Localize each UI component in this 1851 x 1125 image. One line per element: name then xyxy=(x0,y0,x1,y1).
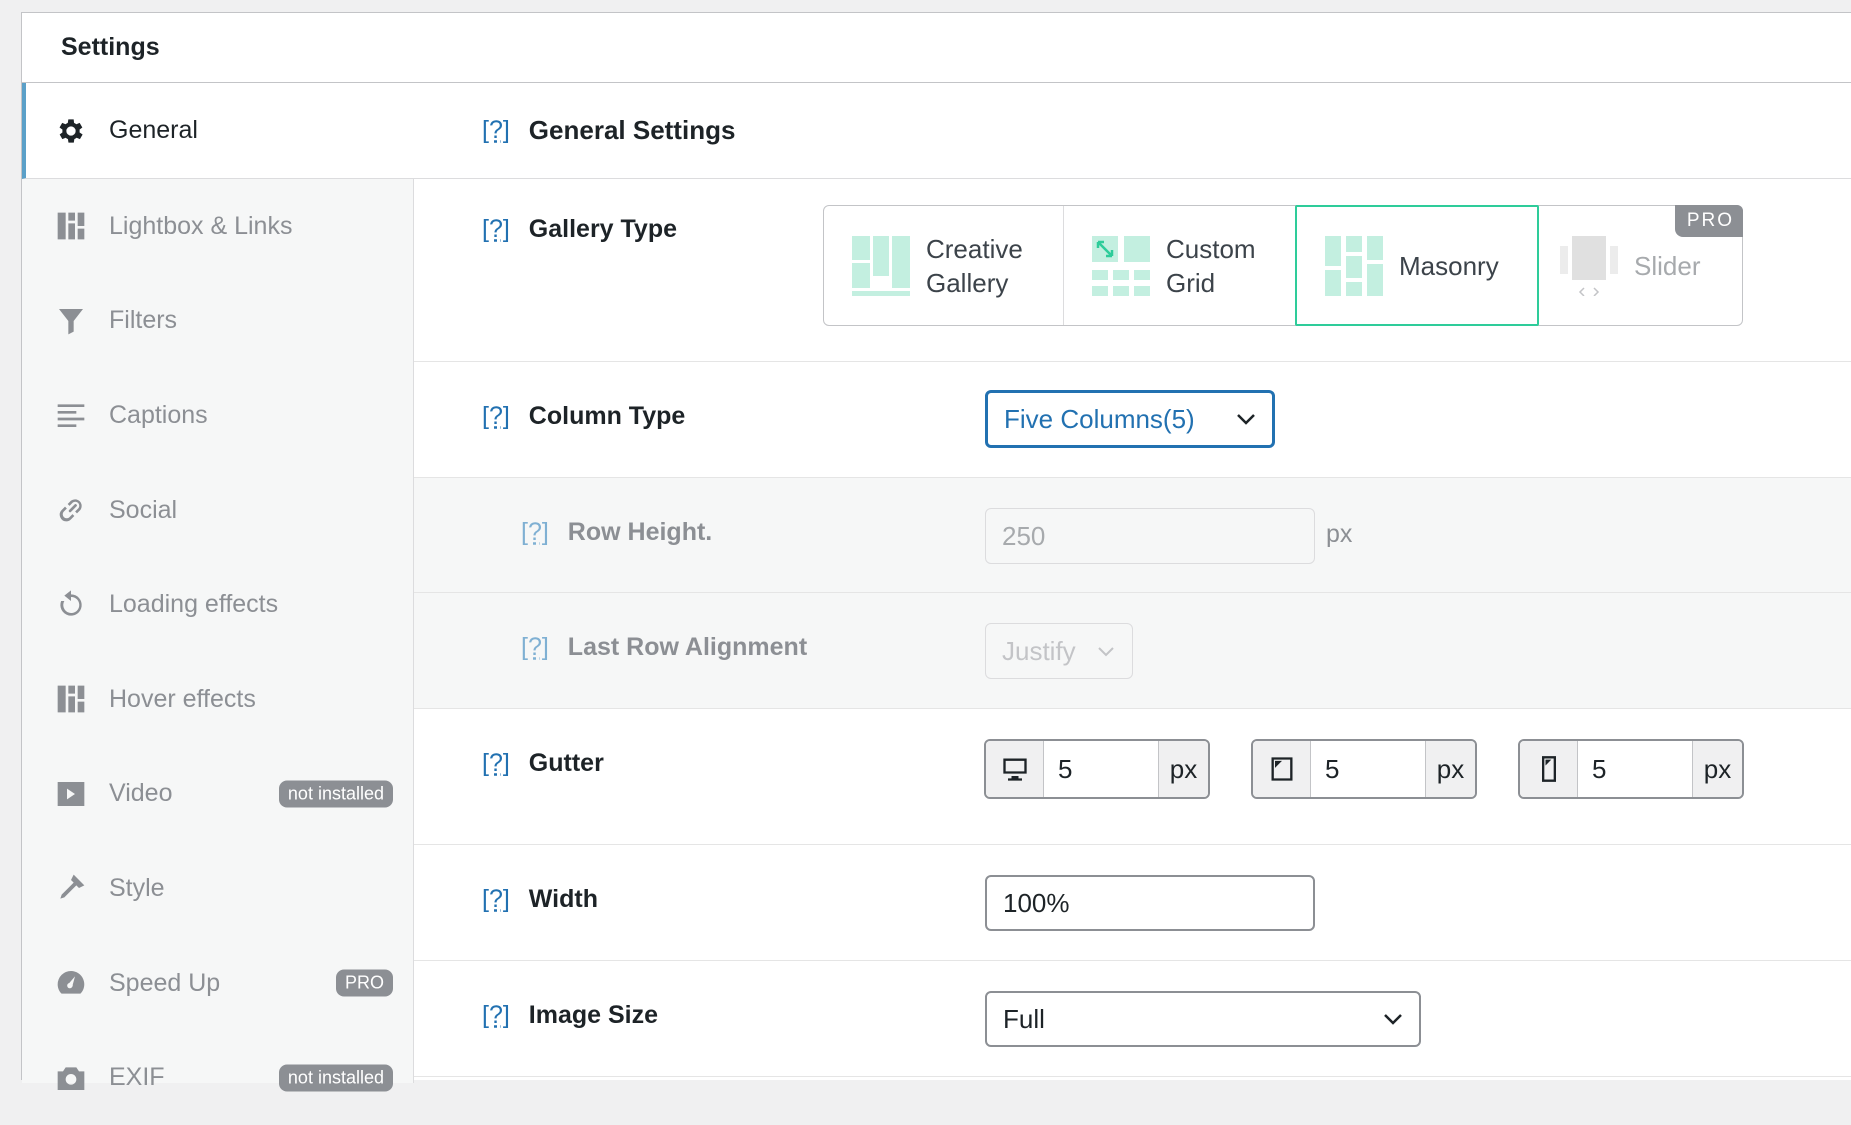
help-link[interactable]: [?] xyxy=(482,116,510,145)
sidebar-item-captions[interactable]: Captions xyxy=(22,368,413,463)
gallery-type-slider[interactable]: Slider PRO xyxy=(1538,205,1743,325)
chevron-down-icon xyxy=(1237,414,1255,425)
gutter-tablet-input[interactable]: 5 px xyxy=(1251,739,1477,799)
refresh-icon xyxy=(54,588,88,622)
dashboard-icon xyxy=(54,966,88,1000)
filter-icon xyxy=(54,304,88,338)
gutter-label: [?] Gutter xyxy=(482,749,604,778)
gutter-row: [?] Gutter 5 px 5 px 5 px xyxy=(414,709,1851,845)
column-type-label: [?] Column Type xyxy=(482,402,686,431)
width-label: [?] Width xyxy=(482,885,598,914)
custom-grid-icon xyxy=(1092,235,1150,296)
help-link[interactable]: [?] xyxy=(482,1001,510,1030)
sidebar-item-video[interactable]: Video not installed xyxy=(22,747,413,842)
help-link[interactable]: [?] xyxy=(482,885,510,914)
gear-icon xyxy=(54,114,88,148)
sidebar-item-loading-effects[interactable]: Loading effects xyxy=(22,557,413,652)
sidebar-item-exif[interactable]: EXIF not installed xyxy=(22,1030,413,1125)
grid-icon xyxy=(54,209,88,243)
play-icon xyxy=(54,777,88,811)
tablet-icon xyxy=(1253,741,1311,797)
not-installed-badge: not installed xyxy=(278,1064,393,1092)
row-height-label: [?] Row Height. xyxy=(521,518,713,547)
panel-header: Settings xyxy=(22,13,1851,83)
help-link[interactable]: [?] xyxy=(521,518,549,547)
image-size-row: [?] Image Size Full xyxy=(414,961,1851,1077)
text-align-icon xyxy=(54,398,88,432)
settings-sidebar: General Lightbox & Links Filters Caption… xyxy=(22,83,415,1092)
sidebar-item-hover-effects[interactable]: Hover effects xyxy=(22,652,413,747)
help-link[interactable]: [?] xyxy=(482,749,510,778)
last-row-alignment-row: [?] Last Row Alignment Justify xyxy=(414,593,1851,709)
sidebar-item-filters[interactable]: Filters xyxy=(22,274,413,369)
panel-title: Settings xyxy=(61,33,160,61)
image-size-select[interactable]: Full xyxy=(985,991,1421,1047)
sidebar-item-lightbox[interactable]: Lightbox & Links xyxy=(22,179,413,274)
sidebar-item-social[interactable]: Social xyxy=(22,463,413,558)
section-header: [?] General Settings xyxy=(414,83,1851,179)
sidebar-item-speed-up[interactable]: Speed Up PRO xyxy=(22,936,413,1031)
width-row: [?] Width 100% xyxy=(414,845,1851,961)
help-link[interactable]: [?] xyxy=(521,633,549,662)
camera-icon xyxy=(54,1061,88,1095)
masonry-icon xyxy=(1325,235,1383,296)
row-height-input[interactable]: 250 xyxy=(985,508,1315,564)
gutter-mobile-input[interactable]: 5 px xyxy=(1518,739,1744,799)
gutter-desktop-input[interactable]: 5 px xyxy=(984,739,1210,799)
help-link[interactable]: [?] xyxy=(482,215,510,244)
help-link[interactable]: [?] xyxy=(482,402,510,431)
width-input[interactable]: 100% xyxy=(985,875,1315,931)
sidebar-item-style[interactable]: Style xyxy=(22,841,413,936)
chevron-down-icon xyxy=(1098,647,1114,657)
brush-icon xyxy=(54,871,88,905)
gallery-type-selector: Creative Gallery Custom Grid Masonry Sli… xyxy=(823,205,1743,326)
last-row-alignment-label: [?] Last Row Alignment xyxy=(521,633,808,662)
column-type-row: [?] Column Type Five Columns(5) xyxy=(414,362,1851,478)
pro-tag: PRO xyxy=(1674,205,1743,237)
image-size-label: [?] Image Size xyxy=(482,1001,659,1030)
section-title: General Settings xyxy=(528,115,736,145)
link-icon xyxy=(54,493,88,527)
last-row-alignment-select[interactable]: Justify xyxy=(985,623,1133,679)
not-installed-badge: not installed xyxy=(278,780,393,808)
gallery-type-creative[interactable]: Creative Gallery xyxy=(824,206,1064,325)
mobile-icon xyxy=(1520,741,1578,797)
creative-gallery-icon xyxy=(852,235,910,296)
chevron-down-icon xyxy=(1384,1014,1402,1025)
sidebar-item-general[interactable]: General xyxy=(22,83,415,179)
gallery-type-label: [?] Gallery Type xyxy=(482,215,678,244)
gallery-type-custom-grid[interactable]: Custom Grid xyxy=(1064,206,1296,325)
row-height-row: [?] Row Height. 250 px xyxy=(414,478,1851,593)
gallery-type-masonry[interactable]: Masonry xyxy=(1295,205,1539,326)
row-height-unit: px xyxy=(1326,520,1353,548)
column-type-select[interactable]: Five Columns(5) xyxy=(985,390,1275,448)
pro-badge: PRO xyxy=(335,969,393,997)
settings-panel: Settings General Lightbox & Links Filter… xyxy=(21,12,1851,1092)
grid-icon xyxy=(54,682,88,716)
general-settings-content: [?] General Settings [?] Gallery Type Cr… xyxy=(414,83,1851,1083)
gallery-type-row: [?] Gallery Type Creative Gallery Custom… xyxy=(414,179,1851,362)
desktop-icon xyxy=(986,741,1044,797)
slider-icon xyxy=(1560,235,1618,296)
